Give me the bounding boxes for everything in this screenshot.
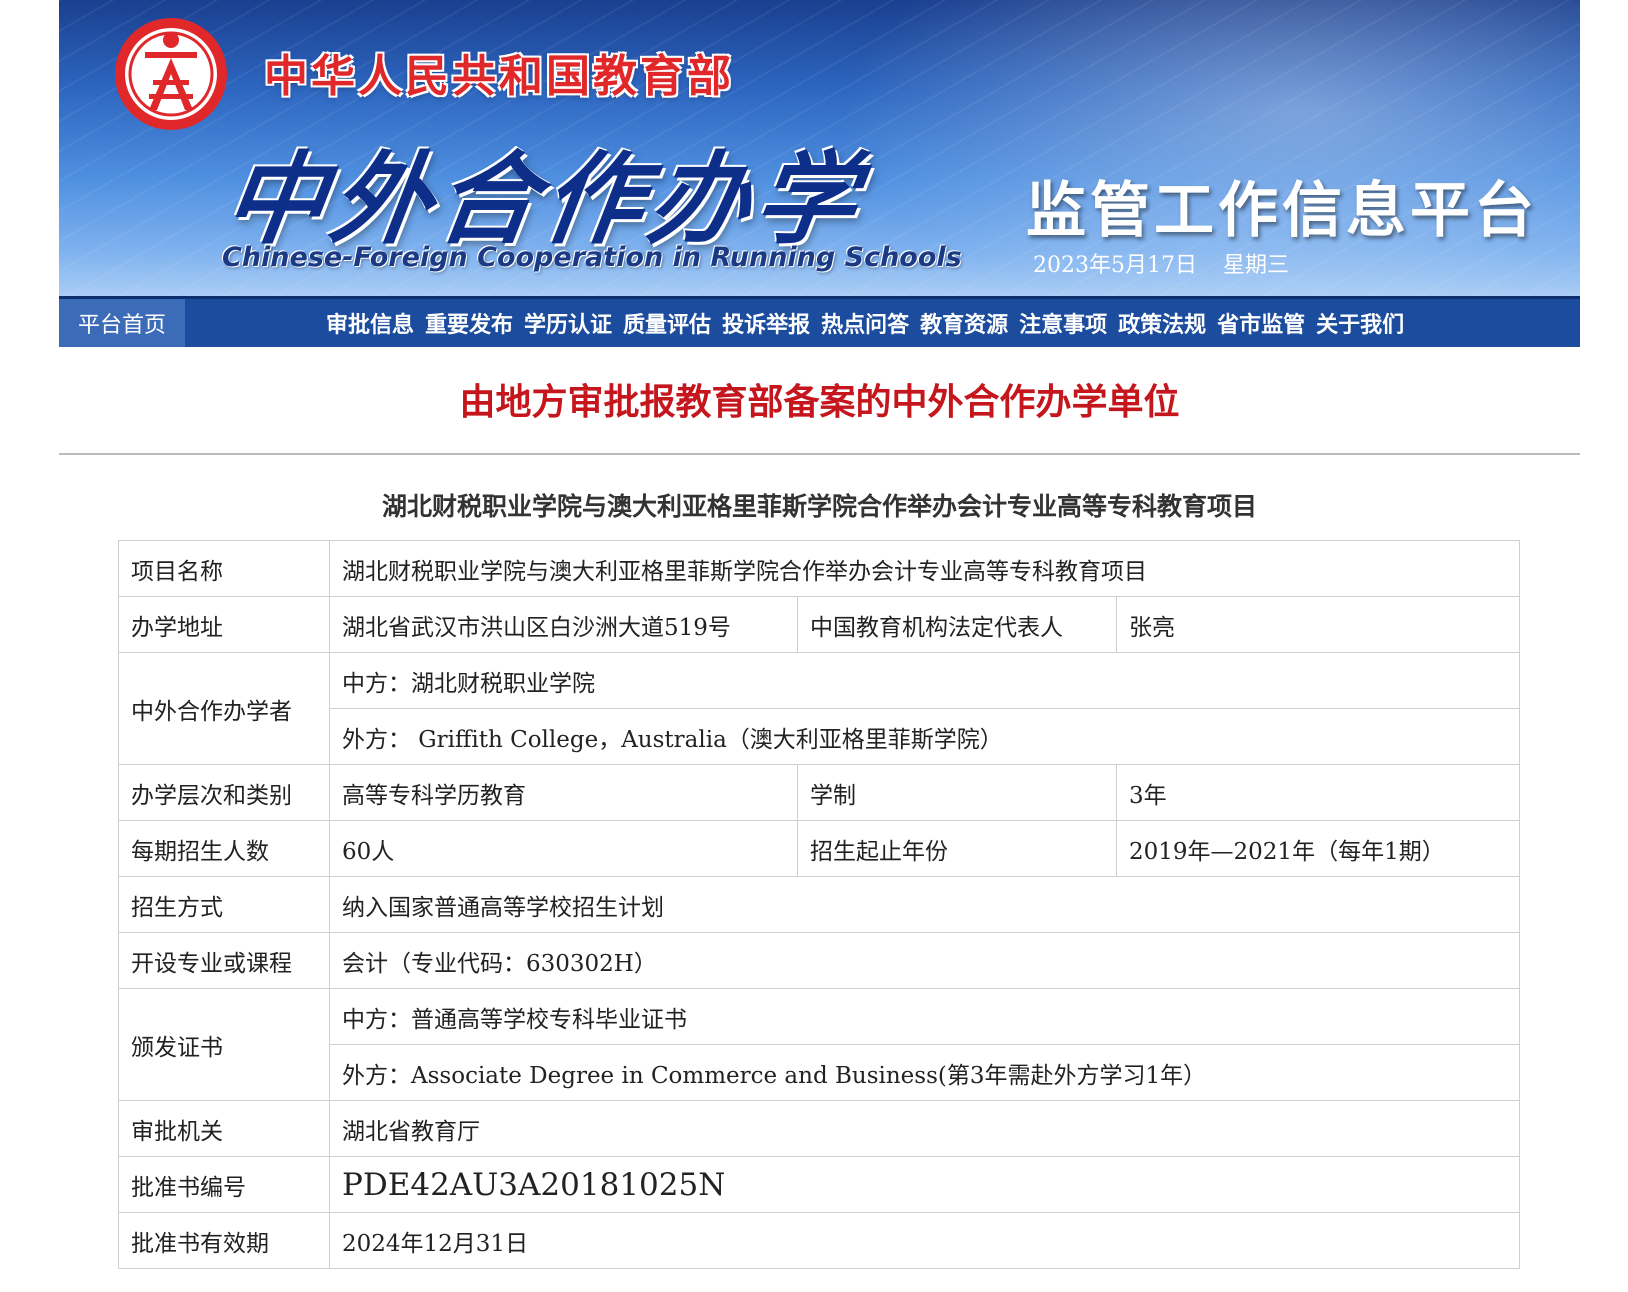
table-row: 开设专业或课程 会计（专业代码：630302H） — [118, 932, 1520, 989]
site-banner: 中华人民共和国教育部 中外合作办学 Chinese-Foreign Cooper… — [59, 0, 1580, 296]
site-title-en: Chinese-Foreign Cooperation in Running S… — [222, 242, 962, 273]
label-admission: 招生方式 — [118, 876, 330, 933]
value-level: 高等专科学历教育 — [329, 764, 798, 821]
table-row: 颁发证书 中方：普通高等学校专科毕业证书 — [118, 988, 1520, 1101]
value-cert-cn: 中方：普通高等学校专科毕业证书 — [329, 988, 1520, 1045]
value-course: 会计（专业代码：630302H） — [329, 932, 1520, 989]
nav-item-policy[interactable]: 政策法规 — [1118, 307, 1206, 339]
nav-item-notices[interactable]: 注意事项 — [1019, 307, 1107, 339]
label-partners: 中外合作办学者 — [118, 652, 330, 765]
nav-item-provincial[interactable]: 省市监管 — [1217, 307, 1305, 339]
divider — [59, 453, 1580, 455]
date-display: 2023年5月17日 星期三 — [1033, 247, 1289, 279]
label-project-name: 项目名称 — [118, 540, 330, 597]
table-row: 审批机关 湖北省教育厅 — [118, 1100, 1520, 1157]
value-partner-foreign: 外方： Griffith College，Australia（澳大利亚格里菲斯学… — [329, 708, 1520, 765]
table-row: 批准书有效期 2024年12月31日 — [118, 1212, 1520, 1269]
label-level: 办学层次和类别 — [118, 764, 330, 821]
nav-menu: 审批信息 重要发布 学历认证 质量评估 投诉举报 热点问答 教育资源 注意事项 … — [326, 299, 1415, 347]
value-admission: 纳入国家普通高等学校招生计划 — [329, 876, 1520, 933]
value-approval-number: PDE42AU3A20181025N — [329, 1156, 1520, 1213]
table-row: 招生方式 纳入国家普通高等学校招生计划 — [118, 876, 1520, 933]
table-row: 外方： Griffith College，Australia（澳大利亚格里菲斯学… — [119, 708, 1520, 765]
value-validity: 2024年12月31日 — [329, 1212, 1520, 1269]
value-legal-rep: 张亮 — [1116, 596, 1520, 653]
nav-home[interactable]: 平台首页 — [59, 299, 185, 347]
ministry-name: 中华人民共和国教育部 — [264, 51, 734, 102]
label-validity: 批准书有效期 — [118, 1212, 330, 1269]
value-project-name: 湖北财税职业学院与澳大利亚格里菲斯学院合作举办会计专业高等专科教育项目 — [329, 540, 1520, 597]
moe-emblem-icon — [115, 18, 227, 130]
table-row: 办学层次和类别 高等专科学历教育 学制 3年 — [118, 764, 1520, 821]
table-row: 项目名称 湖北财税职业学院与澳大利亚格里菲斯学院合作举办会计专业高等专科教育项目 — [118, 540, 1520, 597]
date-text: 2023年5月17日 — [1033, 253, 1197, 278]
platform-title: 监管工作信息平台 — [1026, 176, 1538, 246]
table-row: 办学地址 湖北省武汉市洪山区白沙洲大道519号 中国教育机构法定代表人 张亮 — [118, 596, 1520, 653]
table-row: 中外合作办学者 中方：湖北财税职业学院 — [118, 652, 1520, 765]
nav-item-releases[interactable]: 重要发布 — [425, 307, 513, 339]
project-info-table: 项目名称 湖北财税职业学院与澳大利亚格里菲斯学院合作举办会计专业高等专科教育项目… — [118, 540, 1520, 1269]
nav-item-resources[interactable]: 教育资源 — [920, 307, 1008, 339]
value-authority: 湖北省教育厅 — [329, 1100, 1520, 1157]
page-title: 由地方审批报教育部备案的中外合作办学单位 — [459, 382, 1180, 423]
value-cert-foreign: 外方：Associate Degree in Commerce and Busi… — [329, 1044, 1520, 1101]
label-legal-rep: 中国教育机构法定代表人 — [797, 596, 1117, 653]
label-authority: 审批机关 — [118, 1100, 330, 1157]
nav-item-about[interactable]: 关于我们 — [1316, 307, 1404, 339]
table-row: 批准书编号 PDE42AU3A20181025N — [118, 1156, 1520, 1213]
value-partner-cn: 中方：湖北财税职业学院 — [329, 652, 1520, 709]
value-years: 2019年—2021年（每年1期） — [1116, 820, 1520, 877]
nav-item-quality[interactable]: 质量评估 — [623, 307, 711, 339]
page-wrapper: 中华人民共和国教育部 中外合作办学 Chinese-Foreign Cooper… — [59, 0, 1580, 1269]
label-course: 开设专业或课程 — [118, 932, 330, 989]
value-address: 湖北省武汉市洪山区白沙洲大道519号 — [329, 596, 798, 653]
project-title: 湖北财税职业学院与澳大利亚格里菲斯学院合作举办会计专业高等专科教育项目 — [381, 492, 1257, 521]
label-duration: 学制 — [797, 764, 1117, 821]
label-certificate: 颁发证书 — [118, 988, 330, 1101]
label-address: 办学地址 — [118, 596, 330, 653]
table-row: 外方：Associate Degree in Commerce and Busi… — [119, 1044, 1520, 1101]
nav-item-complaints[interactable]: 投诉举报 — [722, 307, 810, 339]
value-enrollment: 60人 — [329, 820, 798, 877]
value-duration: 3年 — [1116, 764, 1520, 821]
nav-item-approval[interactable]: 审批信息 — [326, 307, 414, 339]
label-years: 招生起止年份 — [797, 820, 1117, 877]
weekday-text: 星期三 — [1222, 253, 1289, 278]
label-enrollment: 每期招生人数 — [118, 820, 330, 877]
main-nav: 平台首页 审批信息 重要发布 学历认证 质量评估 投诉举报 热点问答 教育资源 … — [59, 296, 1580, 347]
table-row: 每期招生人数 60人 招生起止年份 2019年—2021年（每年1期） — [118, 820, 1520, 877]
nav-item-faq[interactable]: 热点问答 — [821, 307, 909, 339]
label-approval-number: 批准书编号 — [118, 1156, 330, 1213]
nav-item-certification[interactable]: 学历认证 — [524, 307, 612, 339]
